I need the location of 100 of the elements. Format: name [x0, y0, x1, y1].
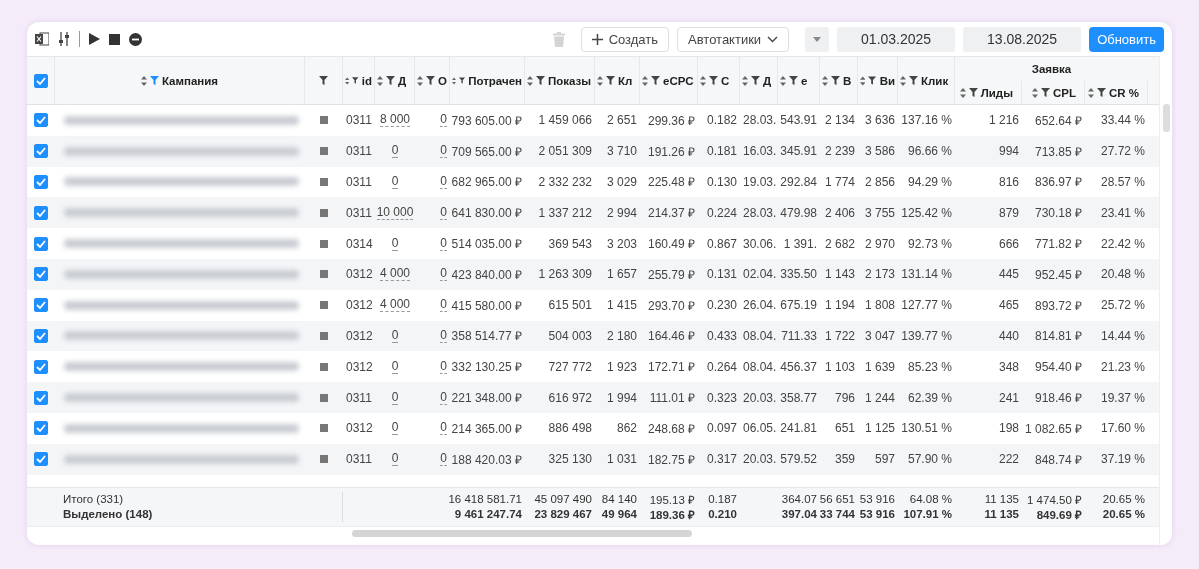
filter-icon[interactable]: [319, 76, 328, 85]
horizontal-scrollbar[interactable]: [352, 530, 692, 538]
sort-icon[interactable]: [1087, 87, 1094, 98]
vertical-scrollbar[interactable]: [1162, 104, 1170, 132]
minus-circle-icon[interactable]: [129, 32, 142, 46]
sort-icon[interactable]: [822, 75, 828, 86]
stop-icon[interactable]: [109, 33, 120, 45]
editable-value[interactable]: 4 000: [380, 267, 410, 282]
checkbox[interactable]: [34, 421, 48, 436]
create-button[interactable]: Создать: [580, 26, 670, 52]
editable-value[interactable]: 4 000: [380, 298, 410, 313]
editable-value[interactable]: 0: [391, 175, 399, 189]
filter-icon[interactable]: [831, 76, 840, 85]
sort-icon[interactable]: [1032, 87, 1038, 98]
sort-icon[interactable]: [700, 75, 706, 86]
sort-icon[interactable]: [742, 75, 748, 86]
footer-value: 364.07: [781, 493, 817, 506]
filter-icon[interactable]: [909, 76, 918, 85]
checkbox[interactable]: [34, 205, 48, 220]
filter-icon[interactable]: [868, 76, 877, 85]
sort-icon[interactable]: [527, 75, 533, 86]
autotactics-dropdown[interactable]: Автотактики: [677, 26, 790, 52]
checkbox[interactable]: [33, 73, 48, 88]
editable-value[interactable]: 8 000: [380, 113, 410, 128]
filter-icon[interactable]: [709, 76, 718, 85]
sort-icon[interactable]: [597, 75, 603, 86]
editable-value[interactable]: 0: [440, 298, 447, 313]
table-cell: 816: [998, 175, 1019, 189]
table-cell: 1 337 212: [538, 205, 592, 220]
editable-value[interactable]: 0: [440, 267, 447, 282]
column-header: eCPC: [663, 74, 694, 87]
checkbox[interactable]: [34, 452, 48, 467]
editable-value[interactable]: 10 000: [376, 205, 414, 220]
table-cell: 02.04.: [743, 267, 777, 282]
filter-icon[interactable]: [352, 76, 359, 85]
editable-value[interactable]: 0: [391, 359, 399, 374]
editable-value[interactable]: 0: [440, 328, 447, 343]
checkbox[interactable]: [34, 267, 48, 282]
sort-icon[interactable]: [959, 87, 966, 98]
filter-icon[interactable]: [606, 76, 615, 85]
spreadsheet-icon[interactable]: [35, 32, 49, 46]
editable-value[interactable]: 0: [440, 113, 447, 128]
filter-icon[interactable]: [386, 76, 395, 85]
filter-icon[interactable]: [1041, 88, 1050, 97]
editable-value[interactable]: 0: [391, 236, 399, 251]
table-cell: 2 406: [824, 205, 855, 220]
sort-icon[interactable]: [780, 75, 786, 86]
editable-value[interactable]: 0: [440, 390, 447, 405]
filter-icon[interactable]: [426, 76, 435, 85]
footer-value: 23 829 467: [534, 508, 592, 521]
sort-icon[interactable]: [377, 75, 383, 86]
footer-value: 20.65 %: [1102, 493, 1145, 506]
sort-icon[interactable]: [900, 75, 906, 86]
filter-icon[interactable]: [968, 88, 978, 97]
checkbox[interactable]: [34, 113, 48, 128]
editable-value[interactable]: 0: [440, 175, 447, 189]
editable-value[interactable]: 0: [440, 144, 447, 159]
filter-icon[interactable]: [789, 76, 798, 85]
table-cell: 0.224: [706, 205, 737, 220]
sort-icon[interactable]: [345, 75, 350, 86]
editable-value[interactable]: 0: [440, 236, 447, 251]
editable-value[interactable]: 0: [440, 421, 447, 436]
table-cell: 0.130: [706, 175, 737, 189]
dropdown-button[interactable]: [805, 26, 830, 52]
sort-icon[interactable]: [452, 75, 457, 86]
editable-value[interactable]: 0: [391, 452, 399, 467]
column-header: Потрачен: [468, 74, 522, 87]
date-from-field[interactable]: 01.03.2025: [837, 26, 956, 52]
table-cell-text: 641 830.00 ₽: [451, 205, 522, 222]
editable-value[interactable]: 0: [440, 359, 447, 374]
filter-icon[interactable]: [651, 76, 660, 85]
checkbox[interactable]: [34, 236, 48, 251]
sort-icon[interactable]: [642, 75, 648, 86]
checkbox[interactable]: [34, 359, 48, 374]
checkbox[interactable]: [34, 390, 48, 405]
footer-value: 849.69 ₽: [1036, 507, 1082, 522]
editable-value[interactable]: 0: [391, 390, 399, 405]
editable-value[interactable]: 0: [391, 328, 399, 343]
filter-icon[interactable]: [1096, 88, 1106, 97]
table-cell: 325 130: [548, 452, 592, 467]
editable-value[interactable]: 0: [391, 144, 399, 159]
date-to-field[interactable]: 13.08.2025: [963, 26, 1082, 52]
column-header: С: [721, 74, 730, 87]
sort-icon[interactable]: [417, 75, 423, 86]
editable-value[interactable]: 0: [440, 205, 447, 220]
filter-icon[interactable]: [459, 76, 466, 85]
checkbox[interactable]: [34, 175, 48, 189]
sort-icon[interactable]: [140, 75, 147, 86]
filter-icon[interactable]: [536, 76, 545, 85]
sliders-icon[interactable]: [58, 32, 70, 46]
editable-value[interactable]: 0: [391, 421, 399, 436]
sort-icon[interactable]: [860, 75, 866, 86]
checkbox[interactable]: [34, 328, 48, 343]
play-icon[interactable]: [89, 33, 100, 45]
checkbox[interactable]: [34, 298, 48, 313]
table-cell: 3 586: [864, 144, 895, 159]
table-cell: 597: [874, 452, 895, 467]
checkbox[interactable]: [34, 144, 48, 159]
filter-icon[interactable]: [751, 76, 760, 85]
editable-value[interactable]: 0: [440, 452, 447, 467]
